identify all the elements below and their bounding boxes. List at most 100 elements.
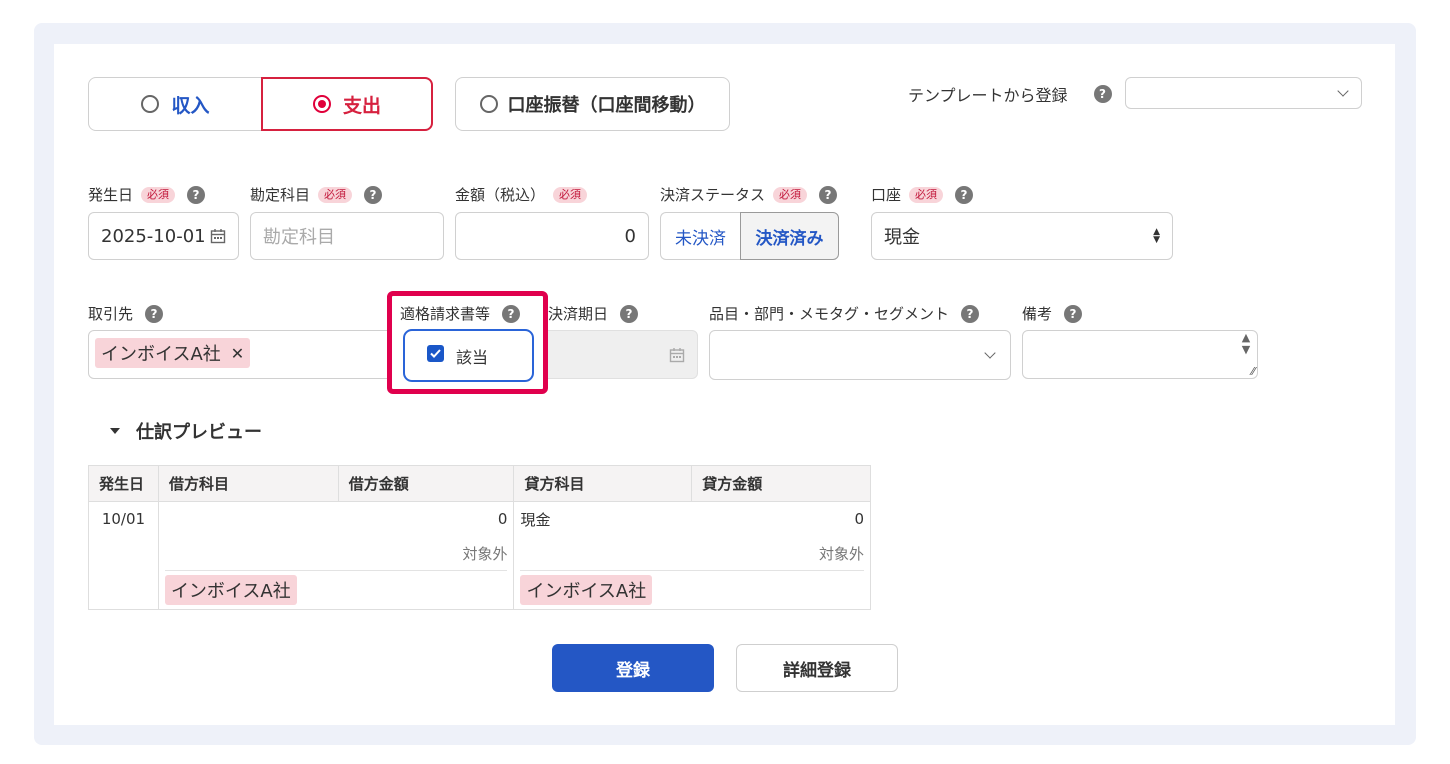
debit-line: 0 <box>159 502 514 536</box>
required-badge: 必須 <box>773 186 808 203</box>
help-icon[interactable]: ? <box>1064 304 1083 323</box>
column-header: 貸方科目 <box>513 465 693 502</box>
income-toggle[interactable]: 収入 <box>88 77 263 131</box>
template-select[interactable] <box>1125 77 1362 109</box>
help-icon[interactable]: ? <box>187 185 206 204</box>
column-header: 発生日 <box>88 465 159 502</box>
radio-icon <box>141 95 160 113</box>
preview-title: 仕訳プレビュー <box>136 422 262 443</box>
row-date: 10/01 <box>101 510 146 528</box>
table-row: 10/01 0 対象外 インボイスA社 現金 0 対象外 インボイスA社 <box>88 501 871 610</box>
column-header: 借方金額 <box>337 465 515 502</box>
preview-toggle[interactable]: 仕訳プレビュー <box>110 418 262 444</box>
radio-icon <box>479 95 498 113</box>
credit-account: 現金 <box>520 510 551 529</box>
calendar-icon <box>669 347 685 362</box>
help-icon[interactable]: ? <box>1093 85 1112 103</box>
unsettled-label: 未決済 <box>675 228 726 249</box>
account-item-placeholder: 勘定科目 <box>263 227 335 248</box>
register-label: 登録 <box>616 660 650 681</box>
debit-cell: 0 対象外 インボイスA社 <box>157 501 515 610</box>
column-header: 貸方金額 <box>691 465 871 502</box>
help-icon[interactable]: ? <box>502 304 521 323</box>
row-date-cell: 10/01 <box>88 501 159 610</box>
credit-partner-line: インボイスA社 <box>514 571 870 609</box>
date-label: 発生日 <box>88 186 134 204</box>
register-button[interactable]: 登録 <box>552 644 714 692</box>
help-icon[interactable]: ? <box>364 185 383 204</box>
detail-register-button[interactable]: 詳細登録 <box>736 644 898 692</box>
memo-textarea[interactable]: ▲ ▼ ⁄⁄ <box>1022 330 1258 379</box>
partner-chip: インボイスA社 ✕ <box>95 338 251 368</box>
credit-tax: 対象外 <box>818 544 864 563</box>
help-icon[interactable]: ? <box>955 185 974 204</box>
credit-cell: 現金 0 対象外 インボイスA社 <box>513 501 871 610</box>
partner-label: 取引先 <box>88 305 134 323</box>
help-icon[interactable]: ? <box>620 304 639 323</box>
help-icon[interactable]: ? <box>819 185 838 204</box>
date-value: 2025-10-01 <box>101 225 206 247</box>
journal-preview-table: 発生日 借方科目 借方金額 貸方科目 貸方金額 10/01 0 対象外 インボイ… <box>88 465 871 610</box>
credit-amount: 0 <box>854 510 864 528</box>
template-label-group: テンプレートから登録 ? <box>908 82 1112 106</box>
amount-label-group: 金額（税込） 必須 <box>455 184 588 205</box>
transfer-label: 口座振替（口座間移動） <box>507 95 706 116</box>
caret-down-icon <box>110 428 120 434</box>
detail-register-label: 詳細登録 <box>783 660 851 681</box>
required-badge: 必須 <box>318 186 353 203</box>
memo-label: 備考 <box>1022 305 1053 323</box>
required-badge: 必須 <box>141 186 176 203</box>
amount-input[interactable]: 0 <box>455 212 649 260</box>
tags-label: 品目・部門・メモタグ・セグメント <box>709 305 950 323</box>
debit-tax: 対象外 <box>462 544 508 563</box>
template-label: テンプレートから登録 <box>908 86 1068 105</box>
settlement-toggle: 未決済 決済済み <box>660 212 839 260</box>
debit-partner-chip: インボイスA社 <box>164 575 297 605</box>
invoice-label-group: 適格請求書等 ? <box>400 303 521 324</box>
credit-tax-line: 対象外 <box>514 536 870 570</box>
tags-select[interactable] <box>709 330 1011 380</box>
radio-selected-icon <box>312 95 331 113</box>
help-icon[interactable]: ? <box>145 304 164 323</box>
column-header: 借方科目 <box>157 465 339 502</box>
income-label: 収入 <box>171 94 210 117</box>
amount-value: 0 <box>624 225 636 247</box>
date-label-group: 発生日 必須 ? <box>88 184 206 205</box>
expense-label: 支出 <box>342 94 381 117</box>
memo-label-group: 備考 ? <box>1022 303 1083 324</box>
settlement-label: 決済ステータス <box>660 186 766 204</box>
resize-handle-icon[interactable]: ⁄⁄ <box>1251 365 1255 378</box>
account-item-label: 勘定科目 <box>250 186 311 204</box>
wallet-value: 現金 <box>884 227 920 248</box>
wallet-label: 口座 <box>871 186 902 204</box>
help-icon[interactable]: ? <box>961 304 980 323</box>
account-item-label-group: 勘定科目 必須 ? <box>250 184 383 205</box>
date-input[interactable]: 2025-10-01 <box>88 212 239 260</box>
partner-input[interactable]: インボイスA社 ✕ <box>88 330 398 379</box>
invoice-checkbox-box[interactable]: 該当 <box>403 329 534 382</box>
chevron-down-icon <box>984 347 996 359</box>
debit-amount: 0 <box>497 510 508 528</box>
partner-label-group: 取引先 ? <box>88 303 164 324</box>
required-badge: 必須 <box>909 186 944 203</box>
debit-partner-line: インボイスA社 <box>159 571 514 609</box>
calendar-icon[interactable] <box>210 228 226 244</box>
remove-icon[interactable]: ✕ <box>231 344 244 363</box>
due-date-label-group: 決済期日 ? <box>548 303 639 324</box>
transfer-toggle[interactable]: 口座振替（口座間移動） <box>455 77 730 131</box>
tags-label-group: 品目・部門・メモタグ・セグメント ? <box>709 303 980 324</box>
unsettled-button[interactable]: 未決済 <box>660 212 740 260</box>
scroll-down-icon[interactable]: ▼ <box>1242 344 1250 356</box>
updown-icon: ▲ ▼ <box>1153 227 1160 245</box>
account-item-input[interactable]: 勘定科目 <box>250 212 444 260</box>
partner-chip-label: インボイスA社 <box>101 344 221 365</box>
chevron-down-icon <box>1337 85 1349 97</box>
wallet-select[interactable]: 現金 ▲ ▼ <box>871 212 1173 260</box>
form-card <box>54 44 1395 725</box>
expense-toggle[interactable]: 支出 <box>261 77 433 131</box>
settled-label: 決済済み <box>755 228 824 249</box>
due-date-input[interactable] <box>540 330 698 379</box>
checkbox-checked-icon[interactable] <box>427 345 444 362</box>
settled-button[interactable]: 決済済み <box>740 212 839 260</box>
amount-label: 金額（税込） <box>455 186 546 204</box>
